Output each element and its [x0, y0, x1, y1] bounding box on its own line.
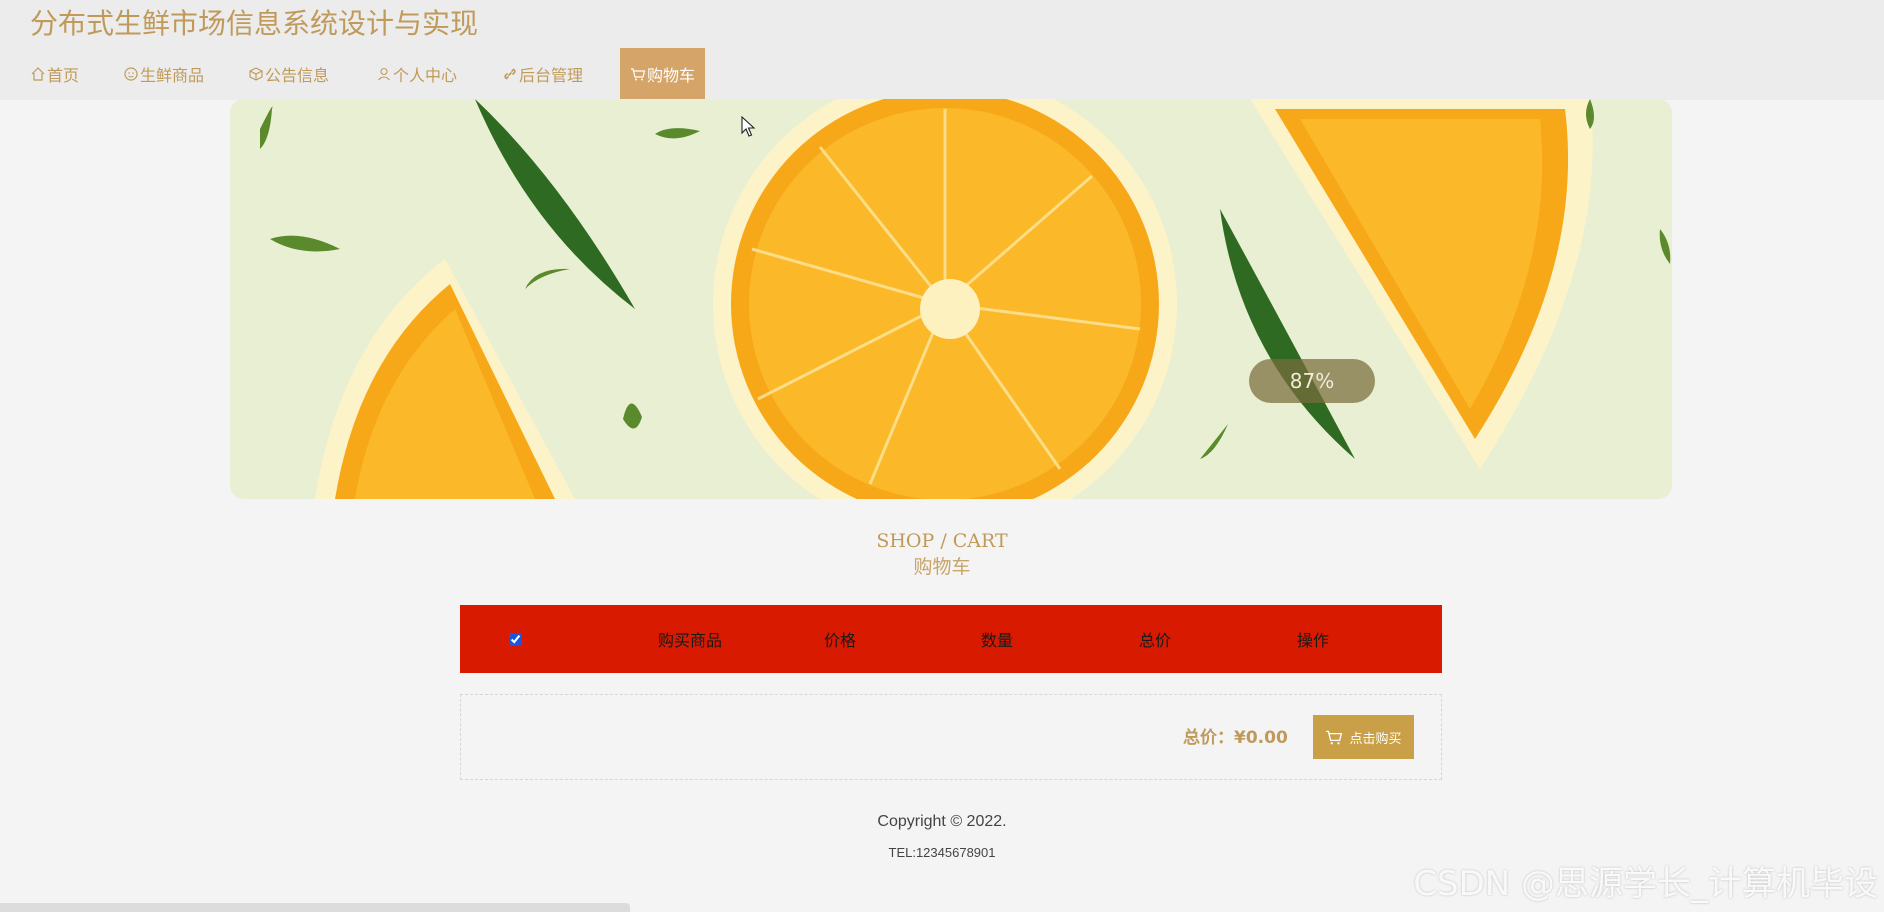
cart-total-label: 总价：¥0.00	[1183, 728, 1288, 748]
nav-item-label: 后台管理	[519, 66, 584, 85]
nav-item-label: 个人中心	[393, 66, 458, 85]
progress-indicator: 87%	[1249, 359, 1375, 403]
nav-item-label: 生鲜商品	[140, 66, 205, 85]
cart-icon	[1325, 728, 1343, 746]
box-icon	[248, 66, 264, 82]
nav-item-label: 首页	[47, 66, 80, 85]
mouse-cursor-icon	[741, 115, 757, 138]
banner-image	[230, 99, 1672, 499]
cart-table-header: 购买商品 价格 数量 总价 操作	[460, 605, 1442, 673]
nav-item-announcements[interactable]: 公告信息	[248, 48, 329, 100]
nav-item-cart[interactable]: 购物车	[620, 48, 706, 100]
cart-icon	[630, 66, 646, 82]
select-all-cell	[490, 605, 540, 673]
buy-button-label: 点击购买	[1349, 731, 1402, 747]
column-header-product: 购买商品	[657, 631, 722, 650]
select-all-checkbox[interactable]	[508, 632, 522, 646]
section-title-en: SHOP / CART	[876, 530, 1008, 552]
main-nav: 首页 生鲜商品 公告信息 个人中心 后台管理 购物车	[0, 48, 1884, 100]
footer-copyright: Copyright © 2022.	[877, 813, 1007, 830]
home-icon	[30, 66, 46, 82]
nav-item-fresh-products[interactable]: 生鲜商品	[123, 48, 204, 100]
section-title-cn: 购物车	[913, 556, 971, 578]
column-header-total: 总价	[1138, 631, 1171, 650]
link-icon	[502, 66, 518, 82]
nav-item-home[interactable]: 首页	[30, 48, 79, 100]
column-header-actions: 操作	[1296, 631, 1329, 650]
browser-status-bar	[0, 903, 630, 912]
smile-icon	[123, 66, 139, 82]
nav-item-admin[interactable]: 后台管理	[502, 48, 583, 100]
nav-item-personal-center[interactable]: 个人中心	[376, 48, 457, 100]
banner-carousel[interactable]: 87%	[230, 99, 1672, 499]
column-header-quantity: 数量	[980, 631, 1013, 650]
nav-item-label: 公告信息	[265, 66, 330, 85]
column-header-price: 价格	[823, 631, 856, 650]
cart-summary: 总价：¥0.00 点击购买	[460, 694, 1442, 780]
site-header: 分布式生鲜市场信息系统设计与实现 首页 生鲜商品 公告信息 个人中心 后台管理 …	[0, 0, 1884, 100]
buy-button[interactable]: 点击购买	[1313, 715, 1414, 759]
site-title: 分布式生鲜市场信息系统设计与实现	[30, 7, 479, 40]
user-icon	[376, 66, 392, 82]
watermark-text: CSDN @思源学长_计算机毕设	[1413, 864, 1878, 904]
nav-item-label: 购物车	[647, 66, 696, 85]
